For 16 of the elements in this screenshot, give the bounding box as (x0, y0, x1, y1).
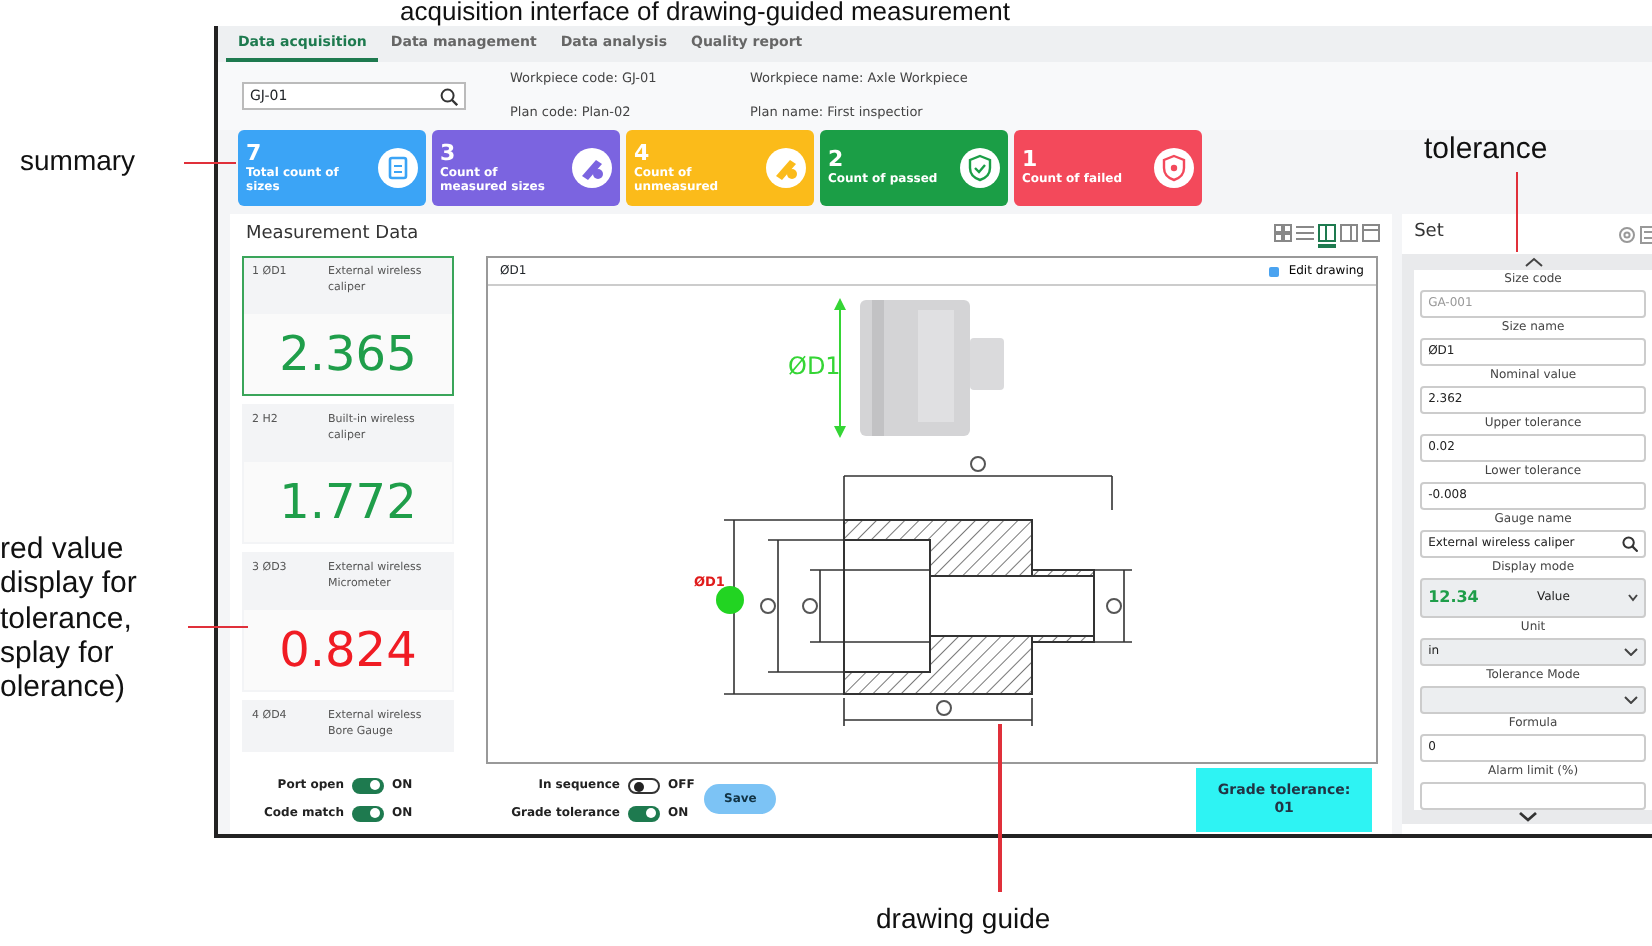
measured-value: 0.824 (244, 610, 452, 691)
panel-title: Set (1414, 220, 1444, 247)
annotation-label: drawing guide (876, 904, 1051, 935)
annotation-label: summary (20, 144, 136, 177)
count-text: 7 (246, 141, 264, 166)
figure-caption: acquisition interface of drawing-guided measurement (400, 0, 1010, 24)
count-text: 2 (828, 148, 846, 173)
measured-value: 1.772 (244, 462, 452, 543)
measured-value: 2.365 (244, 314, 452, 395)
count-text: 3 (440, 141, 458, 166)
annotation-label: tolerance (1424, 132, 1548, 167)
count-text: 4 (634, 141, 652, 166)
count-text: 1 (1022, 148, 1040, 173)
dimension-label: ØD1 (788, 352, 841, 381)
annotation-label: red value display for tolerance, splay for olerance) (0, 532, 137, 705)
panel-title: Measurement Data (246, 221, 419, 248)
